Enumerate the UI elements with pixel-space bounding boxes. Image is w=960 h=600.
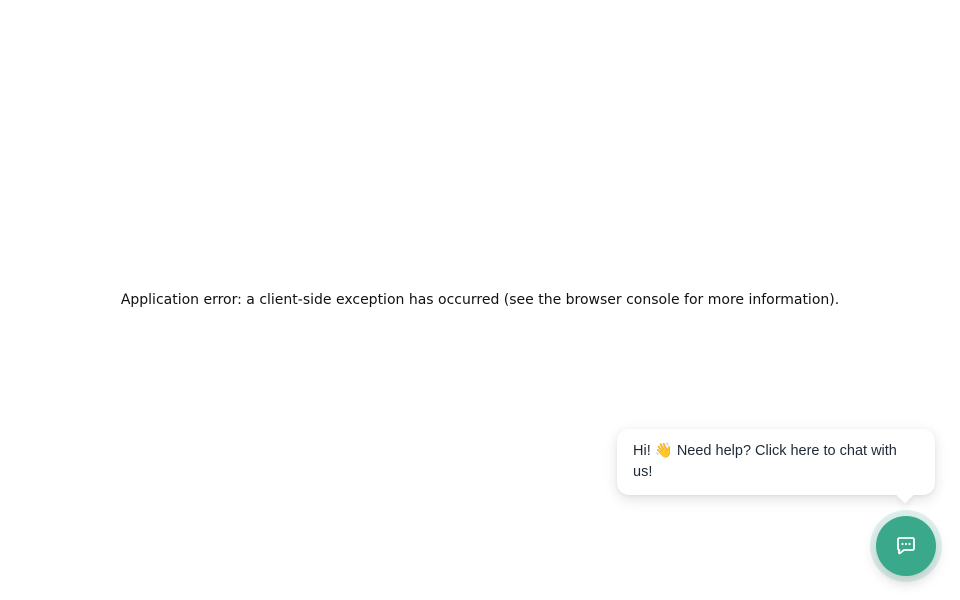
chat-bubble-icon — [893, 533, 919, 559]
chat-launcher-button[interactable] — [876, 516, 936, 576]
chat-greeting-bubble[interactable]: Hi! 👋 Need help? Click here to chat with… — [617, 429, 935, 504]
chat-greeting-text: Hi! 👋 Need help? Click here to chat with… — [633, 443, 897, 480]
error-message: Application error: a client-side excepti… — [120, 292, 840, 308]
error-container: Application error: a client-side excepti… — [0, 0, 960, 600]
